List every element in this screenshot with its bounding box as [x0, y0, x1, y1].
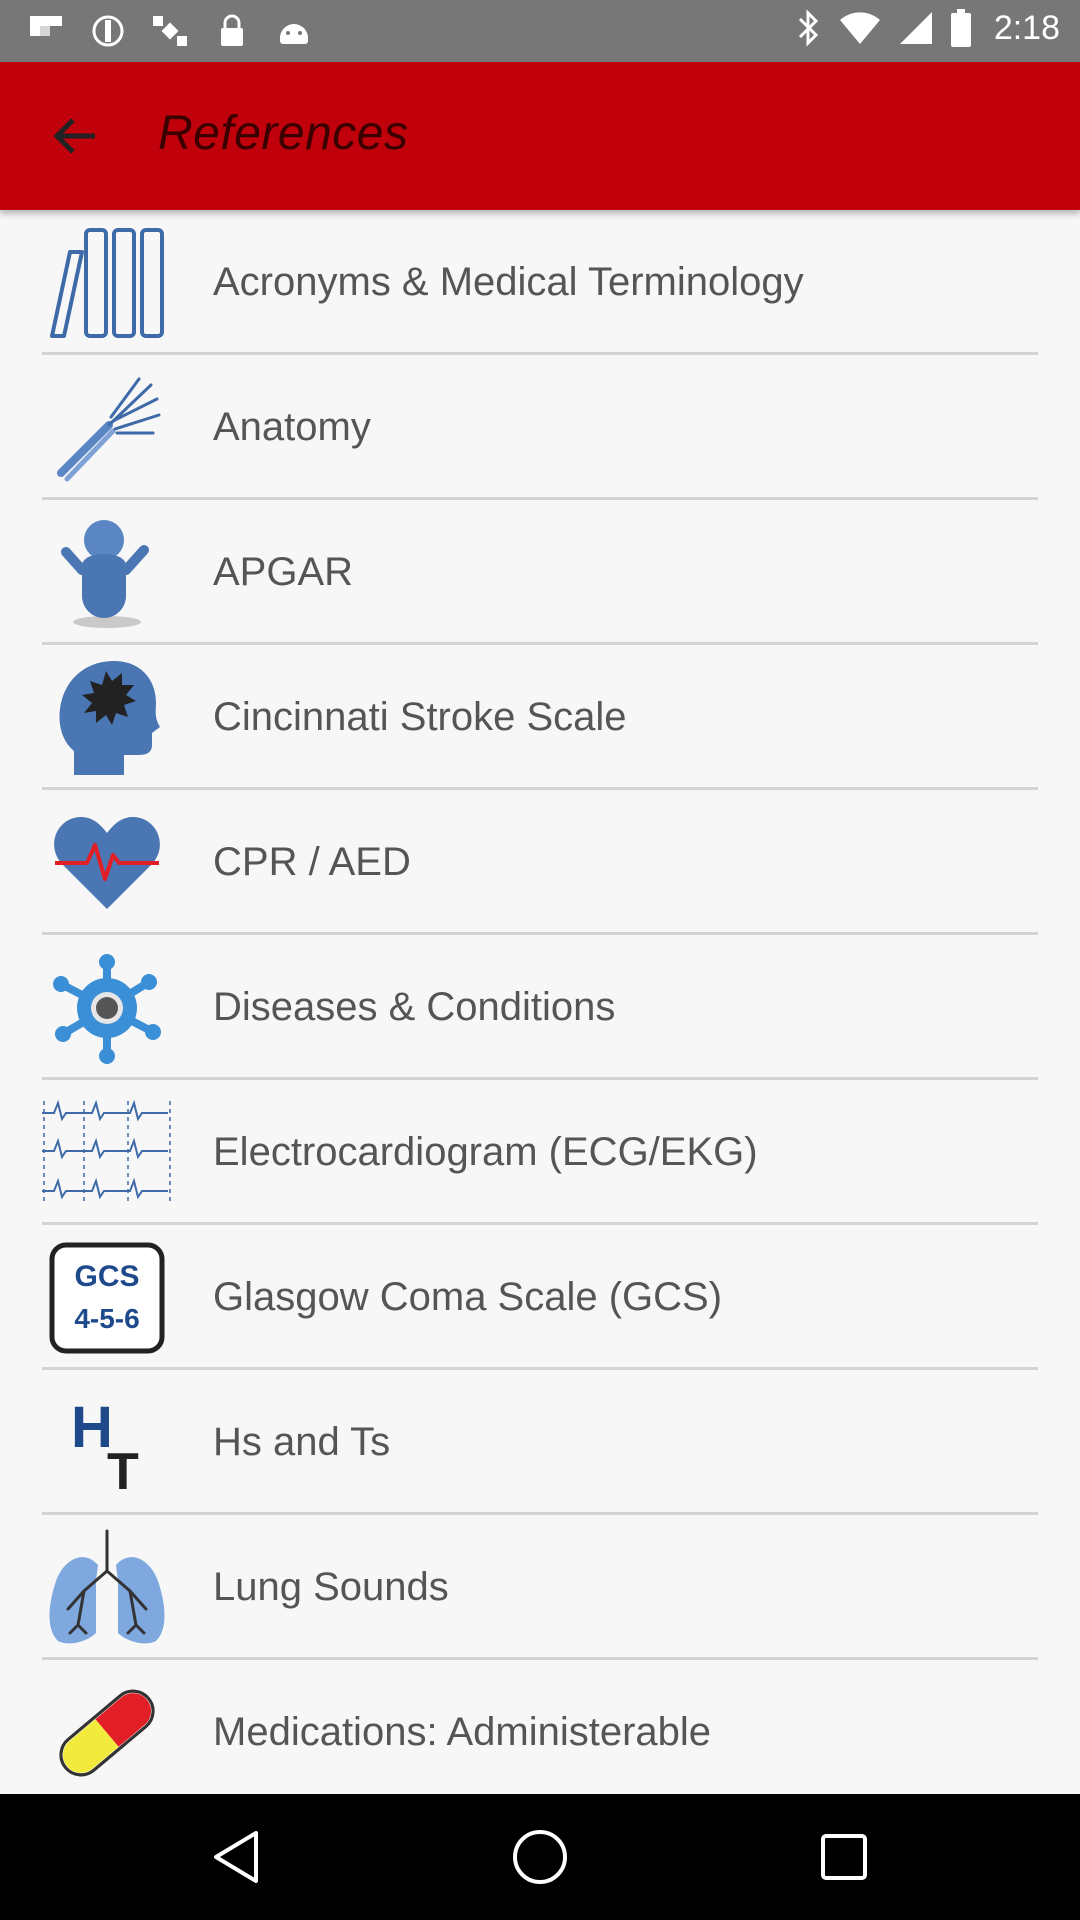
- list-item-label: Glasgow Coma Scale (GCS): [213, 1275, 723, 1319]
- recents-square-icon: [821, 1834, 867, 1880]
- list-item-label: Hs and Ts: [213, 1420, 391, 1464]
- nav-back-button[interactable]: [201, 1822, 271, 1892]
- list-item-lung-sounds[interactable]: Lung Sounds: [0, 1515, 1080, 1660]
- blocked-icon: [92, 15, 124, 47]
- list-item-label: Anatomy: [213, 405, 371, 449]
- pill-icon: [42, 1673, 172, 1793]
- head-stroke-icon: [42, 658, 172, 778]
- reference-list: Acronyms & Medical Terminology Anatomy A…: [0, 210, 1080, 1805]
- android-icon: [280, 24, 308, 44]
- status-bar: 2:18: [0, 0, 1080, 62]
- app-bar: References: [0, 62, 1080, 210]
- list-item-label: Lung Sounds: [213, 1565, 449, 1609]
- status-time: 2:18: [993, 8, 1060, 47]
- list-item-stroke-scale[interactable]: Cincinnati Stroke Scale: [0, 645, 1080, 790]
- gcs-badge-line2: 4-5-6: [74, 1303, 139, 1334]
- gcs-badge-icon: GCS 4-5-6: [42, 1238, 172, 1358]
- nav-bar: [0, 1794, 1080, 1920]
- list-item-gcs[interactable]: GCS 4-5-6 Glasgow Coma Scale (GCS): [0, 1225, 1080, 1370]
- satellite-icon: [153, 16, 187, 46]
- list-item-label: CPR / AED: [213, 840, 411, 884]
- lungs-icon: [42, 1528, 172, 1648]
- books-icon: [42, 223, 172, 343]
- hs-ts-icon: H T: [42, 1383, 172, 1503]
- nav-home-button[interactable]: [505, 1822, 575, 1892]
- list-item-anatomy[interactable]: Anatomy: [0, 355, 1080, 500]
- status-left-icons: [26, 12, 314, 50]
- lock-icon: [221, 14, 243, 46]
- list-item-ecg[interactable]: Electrocardiogram (ECG/EKG): [0, 1080, 1080, 1225]
- signal-icon: [899, 12, 932, 44]
- heart-pulse-icon: [42, 803, 172, 923]
- list-item-cpr-aed[interactable]: CPR / AED: [0, 790, 1080, 935]
- back-triangle-icon: [214, 1831, 258, 1883]
- wifi-icon: [839, 12, 880, 44]
- list-item-label: Electrocardiogram (ECG/EKG): [213, 1130, 758, 1174]
- virus-icon: [42, 948, 172, 1068]
- list-item-label: Medications: Administerable: [213, 1710, 712, 1754]
- gcs-badge-line1: GCS: [74, 1260, 139, 1293]
- page-title: References: [158, 107, 409, 160]
- ecg-icon: [42, 1093, 172, 1213]
- list-item-label: Acronyms & Medical Terminology: [213, 260, 804, 304]
- flipboard-icon: [30, 16, 62, 36]
- arrow-back-icon: [53, 118, 95, 154]
- skeleton-arm-icon: [42, 368, 172, 488]
- nav-recents-button[interactable]: [809, 1822, 879, 1892]
- baby-icon: [42, 513, 172, 633]
- list-item-hs-ts[interactable]: H T Hs and Ts: [0, 1370, 1080, 1515]
- bluetooth-icon: [798, 9, 818, 47]
- status-right-icons: 2:18: [796, 8, 1060, 48]
- home-circle-icon: [513, 1830, 567, 1884]
- list-item-diseases[interactable]: Diseases & Conditions: [0, 935, 1080, 1080]
- hs-ts-glyph-t: T: [107, 1443, 139, 1493]
- list-item-medications[interactable]: Medications: Administerable: [0, 1660, 1080, 1805]
- list-item-acronyms[interactable]: Acronyms & Medical Terminology: [0, 210, 1080, 355]
- list-item-label: Diseases & Conditions: [213, 985, 616, 1029]
- battery-icon: [950, 9, 971, 47]
- list-item-apgar[interactable]: APGAR: [0, 500, 1080, 645]
- list-item-label: APGAR: [213, 550, 354, 594]
- list-item-label: Cincinnati Stroke Scale: [213, 695, 627, 739]
- back-button[interactable]: [40, 102, 108, 170]
